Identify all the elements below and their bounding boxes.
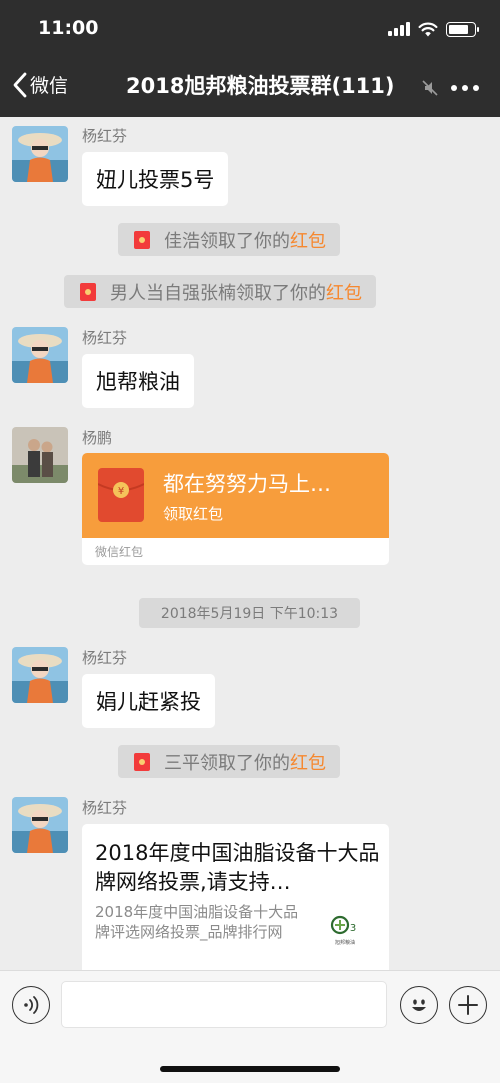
red-packet-icon (134, 752, 150, 771)
back-label: 微信 (30, 75, 69, 97)
timestamp: 2018年5月19日 下午10:13 (139, 598, 360, 628)
sender-name: 杨红芬 (82, 649, 128, 667)
chat-header: 11:00 微信 2018旭邦粮油投票群(111) (0, 0, 500, 117)
message-bubble[interactable]: 妞儿投票5号 (82, 152, 229, 206)
avatar[interactable] (12, 126, 68, 182)
link-description: 2018年度中国油脂设备十大品牌评选网络投票_品牌排行网 (95, 903, 299, 941)
chevron-left-icon (13, 72, 27, 97)
input-bar (0, 970, 500, 1083)
more-button[interactable] (451, 85, 479, 91)
system-notice-highlight[interactable]: 红包 (290, 227, 326, 253)
mute-icon (422, 80, 438, 96)
emoji-button[interactable] (400, 986, 438, 1024)
avatar[interactable] (12, 647, 68, 703)
avatar[interactable] (12, 427, 68, 483)
sender-name: 杨红芬 (82, 799, 128, 817)
svg-text:旭邦粮油: 旭邦粮油 (335, 939, 355, 946)
red-packet-title: 都在努努力马上… (163, 472, 331, 496)
message-bubble[interactable]: 娟儿赶紧投 (82, 674, 215, 728)
red-packet-icon (80, 282, 96, 301)
system-notice-highlight[interactable]: 红包 (326, 279, 362, 305)
wifi-icon (418, 22, 438, 36)
message-input[interactable] (61, 981, 387, 1028)
system-notice-text: 佳浩领取了你的 (164, 230, 290, 252)
system-notice: 佳浩领取了你的 红包 (118, 223, 340, 256)
emoji-icon (412, 999, 426, 1011)
svg-text:¥: ¥ (118, 486, 124, 497)
chat-area[interactable]: 杨红芬 妞儿投票5号 佳浩领取了你的 红包 男人当自强张楠领取了你的 红包 杨红芬 … (0, 117, 500, 970)
back-button[interactable]: 微信 (12, 71, 68, 98)
system-notice: 三平领取了你的 红包 (118, 745, 340, 778)
sender-name: 杨鹏 (82, 429, 113, 447)
link-card[interactable]: 2018年度中国油脂设备十大品牌网络投票,请支持… 2018年度中国油脂设备十大… (82, 824, 389, 970)
system-notice-text: 三平领取了你的 (164, 752, 290, 774)
system-notice-highlight[interactable]: 红包 (290, 749, 326, 775)
plus-icon (458, 995, 478, 1015)
voice-icon (24, 996, 39, 1014)
message-bubble[interactable]: 旭帮粮油 (82, 354, 194, 408)
plus-button[interactable] (449, 986, 487, 1024)
svg-text:3: 3 (350, 923, 356, 934)
home-indicator (160, 1066, 340, 1072)
signal-icon (388, 22, 410, 36)
sender-name: 杨红芬 (82, 127, 128, 145)
avatar[interactable] (12, 327, 68, 383)
link-title: 2018年度中国油脂设备十大品牌网络投票,请支持… (95, 841, 380, 894)
voice-button[interactable] (12, 986, 50, 1024)
red-packet-footer: 微信红包 (95, 545, 144, 559)
avatar[interactable] (12, 797, 68, 853)
chat-title: 2018旭邦粮油投票群(111) (126, 74, 395, 98)
status-icons (388, 20, 479, 38)
red-packet-body: ¥ 都在努努力马上… 领取红包 (82, 453, 389, 538)
red-packet-icon (134, 230, 150, 249)
red-packet-message[interactable]: ¥ 都在努努力马上… 领取红包 微信红包 (82, 453, 389, 565)
status-time: 11:00 (38, 17, 99, 39)
brand-logo: 3 旭邦粮油 (330, 915, 356, 946)
battery-icon (446, 21, 479, 37)
system-notice-text: 男人当自强张楠领取了你的 (110, 282, 326, 304)
system-notice: 男人当自强张楠领取了你的 红包 (64, 275, 376, 308)
red-packet-subtitle: 领取红包 (163, 505, 224, 523)
sender-name: 杨红芬 (82, 329, 128, 347)
red-packet-icon: ¥ (98, 468, 144, 522)
